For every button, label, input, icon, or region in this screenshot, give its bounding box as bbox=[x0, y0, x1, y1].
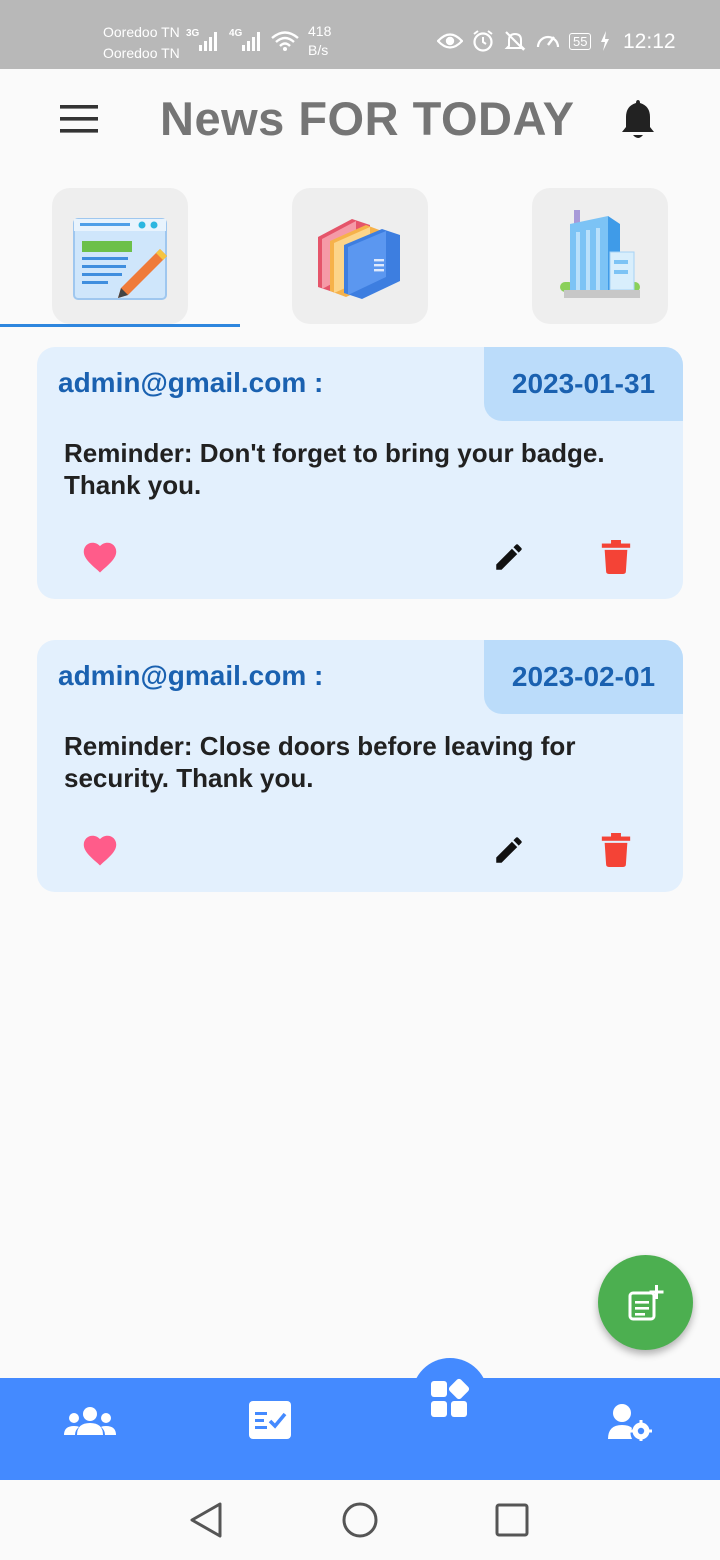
tab-documents[interactable] bbox=[292, 188, 428, 324]
bell-icon bbox=[622, 100, 654, 138]
tab-selected-indicator bbox=[0, 324, 240, 327]
eye-icon bbox=[437, 33, 463, 49]
pencil-icon bbox=[496, 544, 522, 570]
wifi-icon bbox=[271, 31, 299, 51]
tab-company[interactable] bbox=[532, 188, 668, 324]
heart-icon bbox=[83, 542, 117, 573]
nav-item-users[interactable] bbox=[60, 1394, 120, 1450]
post-author: admin@gmail.com : bbox=[58, 660, 324, 691]
heart-icon bbox=[83, 835, 117, 866]
system-navigation-bar bbox=[0, 1480, 720, 1560]
status-icons: 55 bbox=[437, 29, 611, 53]
system-home-button[interactable] bbox=[338, 1498, 382, 1542]
user-settings-icon bbox=[608, 1404, 652, 1441]
app-bar: News FOR TODAY bbox=[0, 69, 720, 169]
trash-icon bbox=[601, 540, 631, 574]
pencil-icon bbox=[496, 837, 522, 863]
folders-icon bbox=[318, 219, 400, 299]
like-button[interactable] bbox=[80, 537, 120, 577]
recents-icon bbox=[495, 1503, 529, 1537]
delete-button[interactable] bbox=[596, 830, 636, 870]
clock: 12:12 bbox=[623, 30, 676, 53]
dashboard-icon bbox=[431, 1378, 470, 1417]
nav-item-dashboard[interactable] bbox=[420, 1370, 480, 1426]
news-card: admin@gmail.com : 2023-01-31 Reminder: D… bbox=[37, 347, 683, 599]
nav-item-user-settings[interactable] bbox=[600, 1394, 660, 1450]
carrier-2: Ooredoo TN bbox=[103, 45, 180, 61]
post-message: Reminder: Don't forget to bring your bad… bbox=[64, 438, 605, 500]
home-icon bbox=[342, 1502, 378, 1538]
news-card: admin@gmail.com : 2023-02-01 Reminder: C… bbox=[37, 640, 683, 892]
post-date: 2023-02-01 bbox=[484, 640, 683, 714]
nav-item-tasks[interactable] bbox=[240, 1392, 300, 1448]
edit-button[interactable] bbox=[489, 830, 529, 870]
speed-unit: B/s bbox=[308, 42, 329, 58]
post-author: admin@gmail.com : bbox=[58, 367, 324, 398]
status-bar: Ooredoo TN Ooredoo TN 3G 4G 418 B/s 55 1… bbox=[0, 0, 720, 69]
battery-level: 55 bbox=[569, 32, 592, 50]
notifications-button[interactable] bbox=[618, 95, 658, 143]
signal-icon bbox=[242, 32, 260, 51]
network-speed: 418 B/s bbox=[308, 22, 331, 60]
add-post-icon bbox=[628, 1284, 663, 1320]
trash-icon bbox=[601, 833, 631, 867]
building-icon bbox=[560, 210, 640, 298]
alarm-icon bbox=[473, 30, 493, 52]
carrier-names: Ooredoo TN Ooredoo TN bbox=[103, 22, 180, 64]
edit-button[interactable] bbox=[489, 537, 529, 577]
tab-news[interactable] bbox=[52, 188, 188, 324]
system-recents-button[interactable] bbox=[490, 1498, 534, 1542]
users-icon bbox=[64, 1407, 116, 1435]
page-title: News FOR TODAY bbox=[160, 92, 575, 145]
hamburger-menu-icon bbox=[60, 105, 98, 133]
tasks-icon bbox=[249, 1401, 291, 1439]
back-icon bbox=[190, 1502, 222, 1538]
menu-button[interactable] bbox=[58, 99, 102, 139]
carrier-1: Ooredoo TN bbox=[103, 24, 180, 40]
speed-value: 418 bbox=[308, 23, 332, 39]
add-post-button[interactable] bbox=[598, 1255, 693, 1350]
delete-button[interactable] bbox=[596, 537, 636, 577]
speedometer-icon bbox=[536, 35, 560, 48]
notifications-off-icon bbox=[504, 31, 526, 51]
like-button[interactable] bbox=[80, 830, 120, 870]
post-date: 2023-01-31 bbox=[484, 347, 683, 421]
post-message: Reminder: Close doors before leaving for… bbox=[64, 731, 576, 793]
news-edit-icon bbox=[73, 218, 167, 300]
system-back-button[interactable] bbox=[184, 1498, 228, 1542]
signal-icon bbox=[199, 32, 217, 51]
charging-icon bbox=[601, 31, 610, 51]
